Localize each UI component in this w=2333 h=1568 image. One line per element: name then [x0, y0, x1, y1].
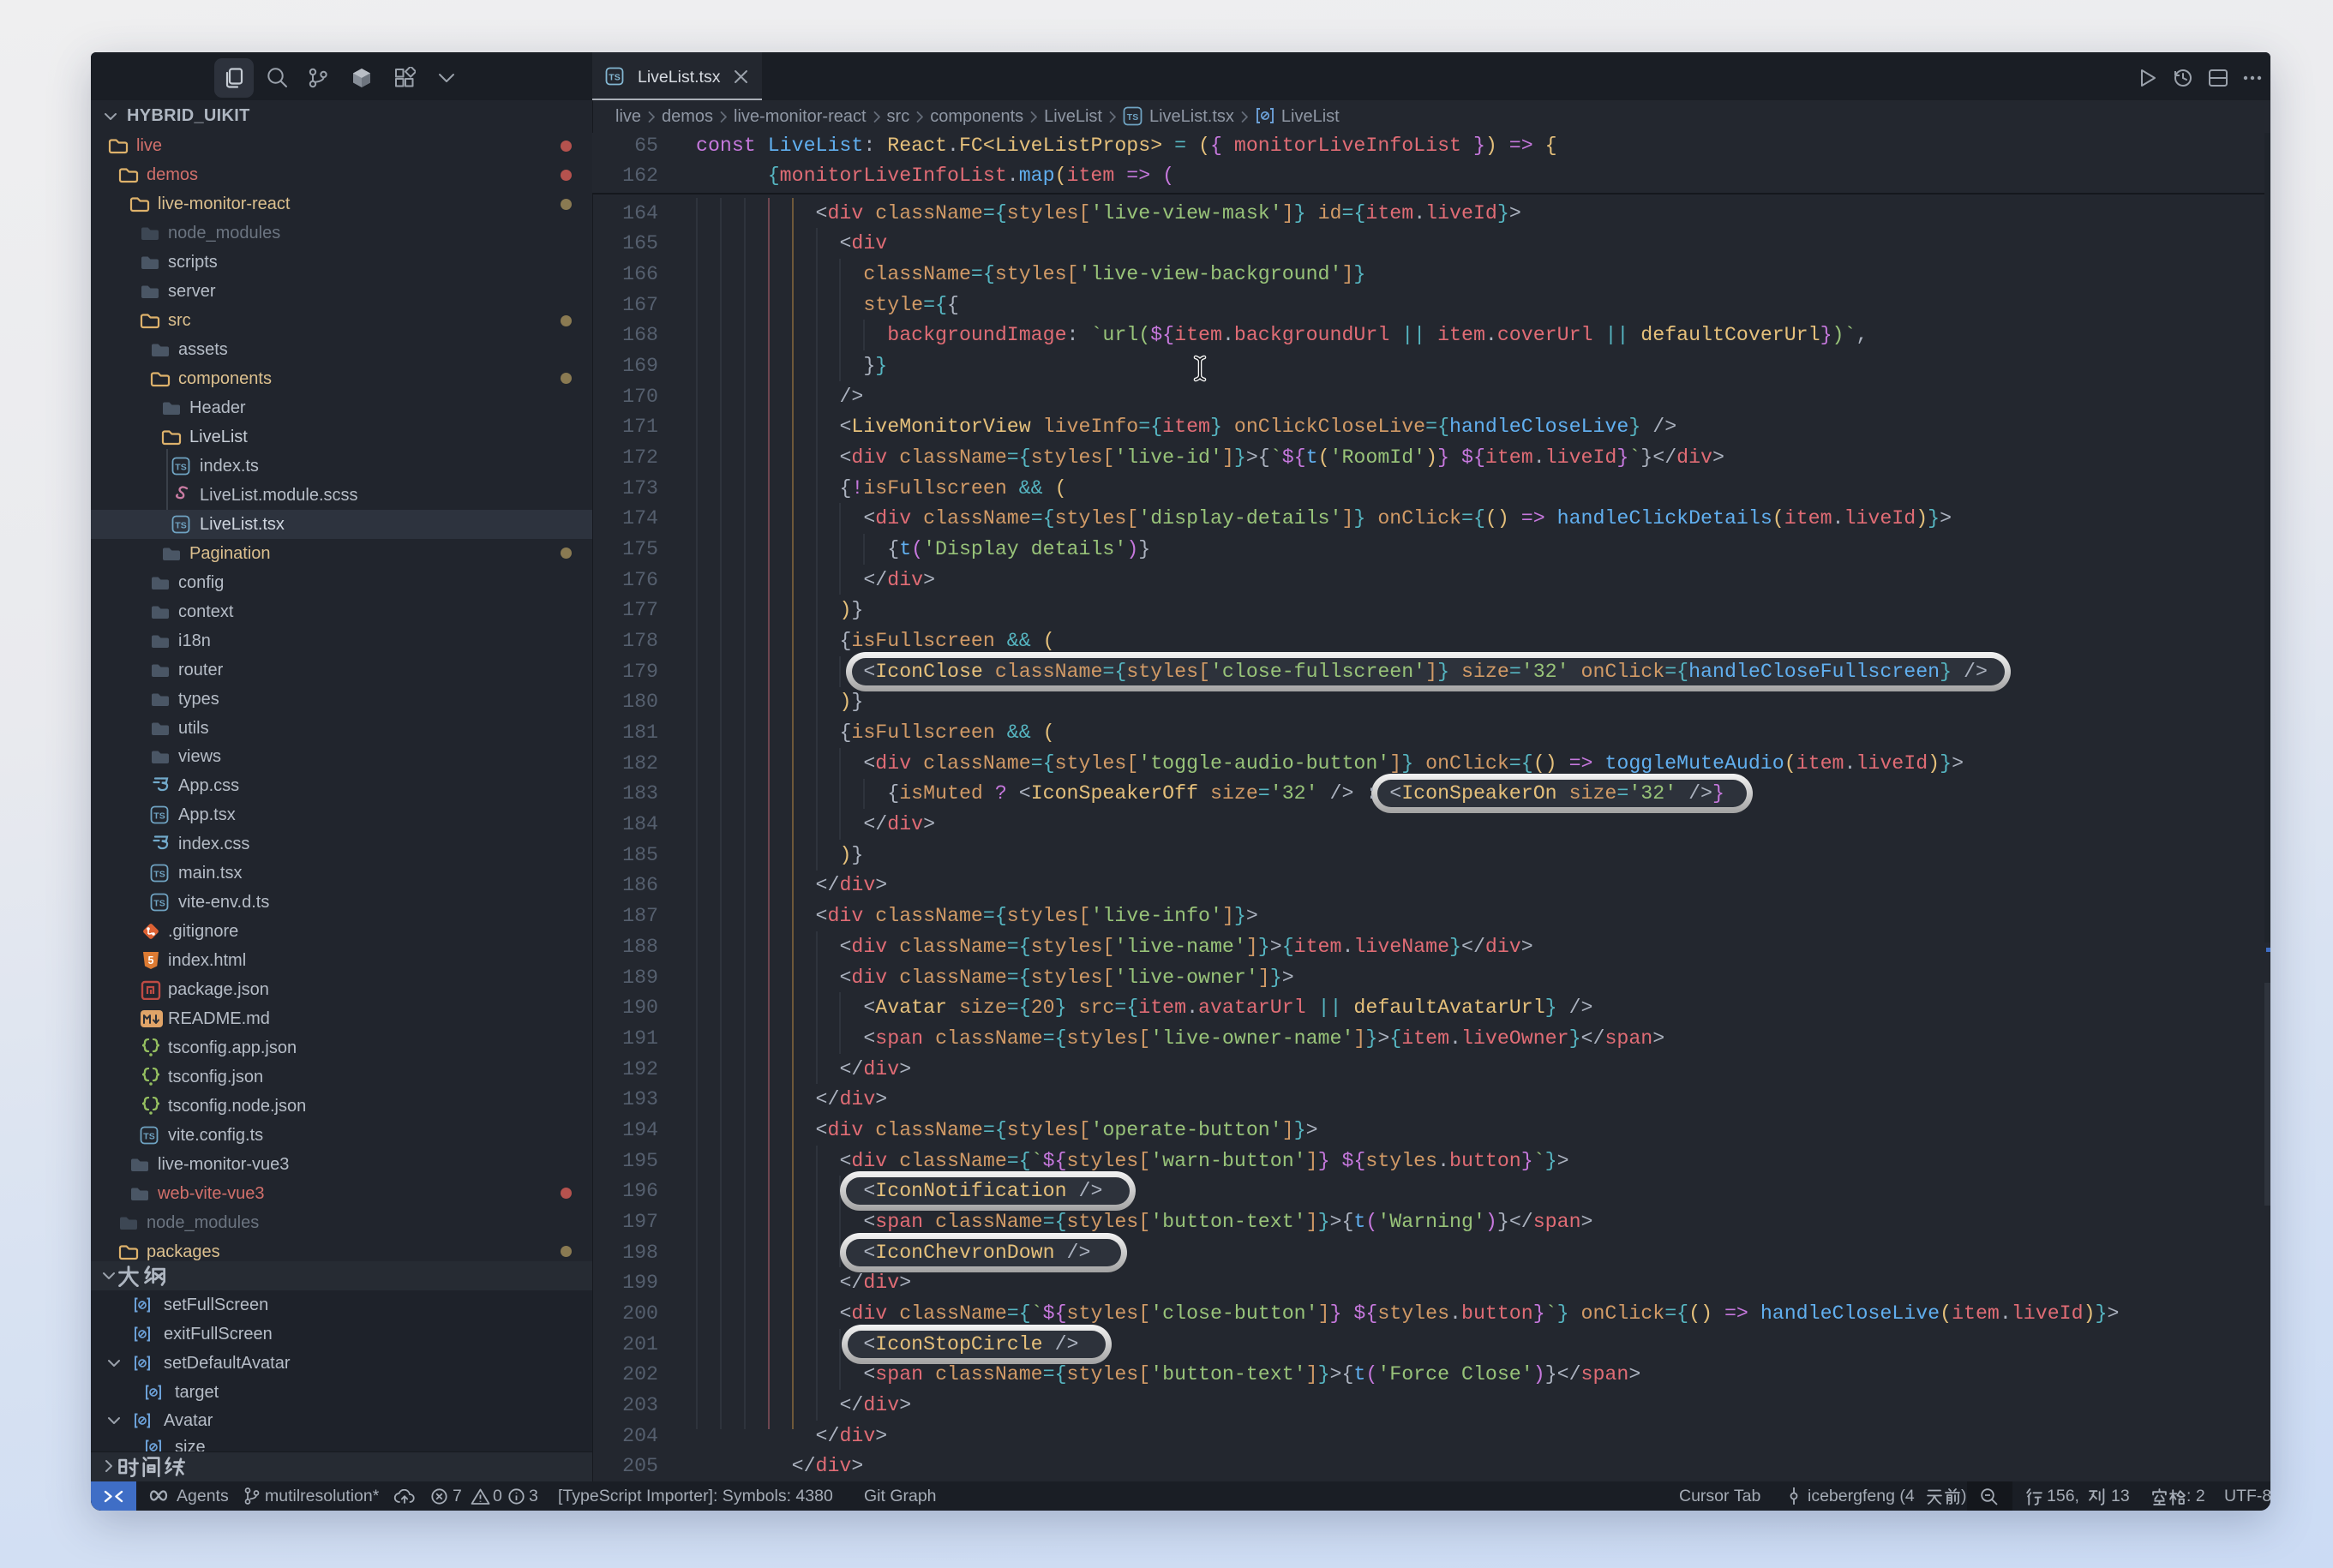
svg-text:TS: TS	[175, 520, 186, 530]
svg-text:TS: TS	[143, 1131, 154, 1141]
svg-text:TS: TS	[153, 870, 165, 880]
svg-text:TS: TS	[609, 73, 620, 83]
svg-text:TS: TS	[153, 899, 165, 909]
svg-text:TS: TS	[153, 811, 165, 822]
svg-text:TS: TS	[1127, 112, 1138, 123]
svg-text:TS: TS	[175, 462, 186, 472]
svg-text:5: 5	[148, 955, 154, 967]
